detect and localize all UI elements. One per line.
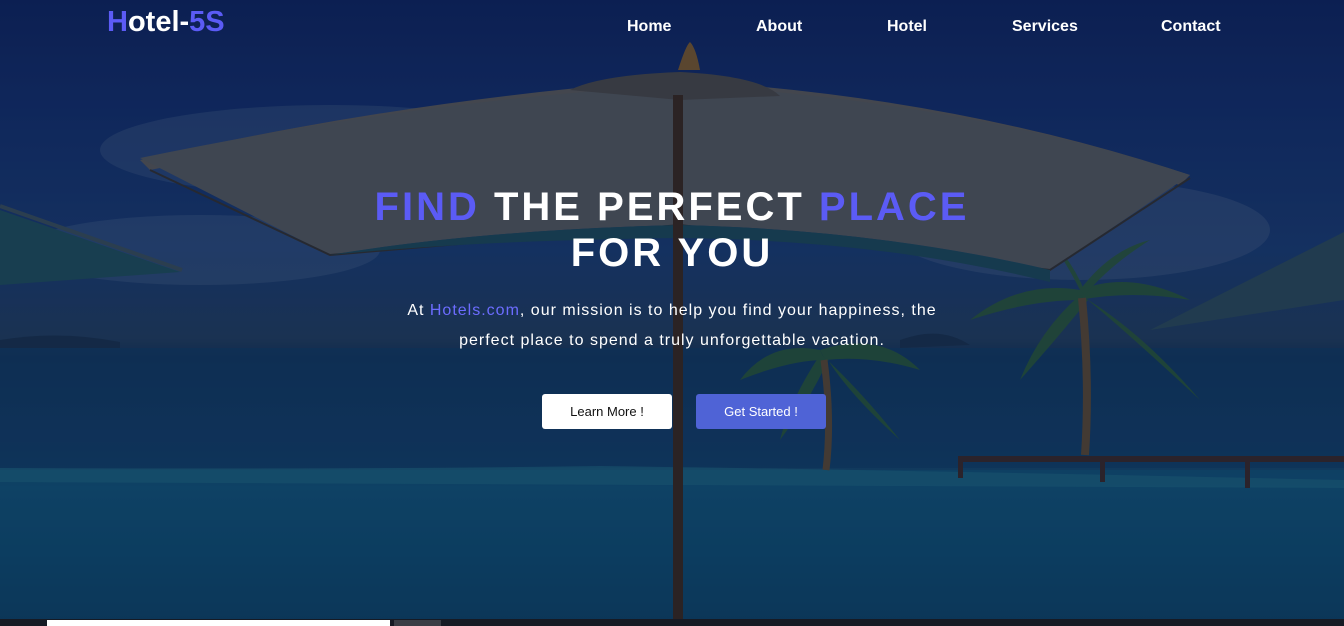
headline-word-place: PLACE <box>818 185 970 229</box>
hero-tagline: At Hotels.com, our mission is to help yo… <box>0 296 1344 356</box>
nav-item-home[interactable]: Home <box>627 18 671 36</box>
tagline-prefix: At <box>407 302 430 319</box>
hero-section: Hotel-5S Home About Hotel Services Conta… <box>0 0 1344 626</box>
logo-suffix: 5S <box>189 6 225 38</box>
headline-line-2: FOR YOU <box>570 231 774 275</box>
get-started-button[interactable]: Get Started ! <box>696 394 826 429</box>
nav-item-hotel[interactable]: Hotel <box>887 18 927 36</box>
bottom-panel-tab <box>394 620 441 626</box>
headline-line-1: FIND THE PERFECT PLACE <box>0 184 1344 230</box>
tagline-link[interactable]: Hotels.com <box>430 302 520 319</box>
brand-logo[interactable]: Hotel-5S <box>107 6 225 39</box>
headline-word-find: FIND <box>374 185 480 229</box>
logo-first-letter: H <box>107 6 128 38</box>
learn-more-button[interactable]: Learn More ! <box>542 394 672 429</box>
logo-middle: otel- <box>127 6 190 38</box>
nav-item-contact[interactable]: Contact <box>1161 18 1221 36</box>
main-nav: Home About Hotel Services Contact <box>600 18 1250 42</box>
nav-item-services[interactable]: Services <box>1012 18 1078 36</box>
tagline-line-2: perfect place to spend a truly unforgett… <box>459 332 885 349</box>
nav-item-about[interactable]: About <box>756 18 802 36</box>
tagline-rest: , our mission is to help you find your h… <box>519 302 937 319</box>
headline-word-middle: THE PERFECT <box>479 185 819 229</box>
hero-headline: FIND THE PERFECT PLACE FOR YOU <box>0 184 1344 276</box>
bottom-panel-edge <box>47 620 390 626</box>
tagline-line-1: At Hotels.com, our mission is to help yo… <box>0 296 1344 326</box>
